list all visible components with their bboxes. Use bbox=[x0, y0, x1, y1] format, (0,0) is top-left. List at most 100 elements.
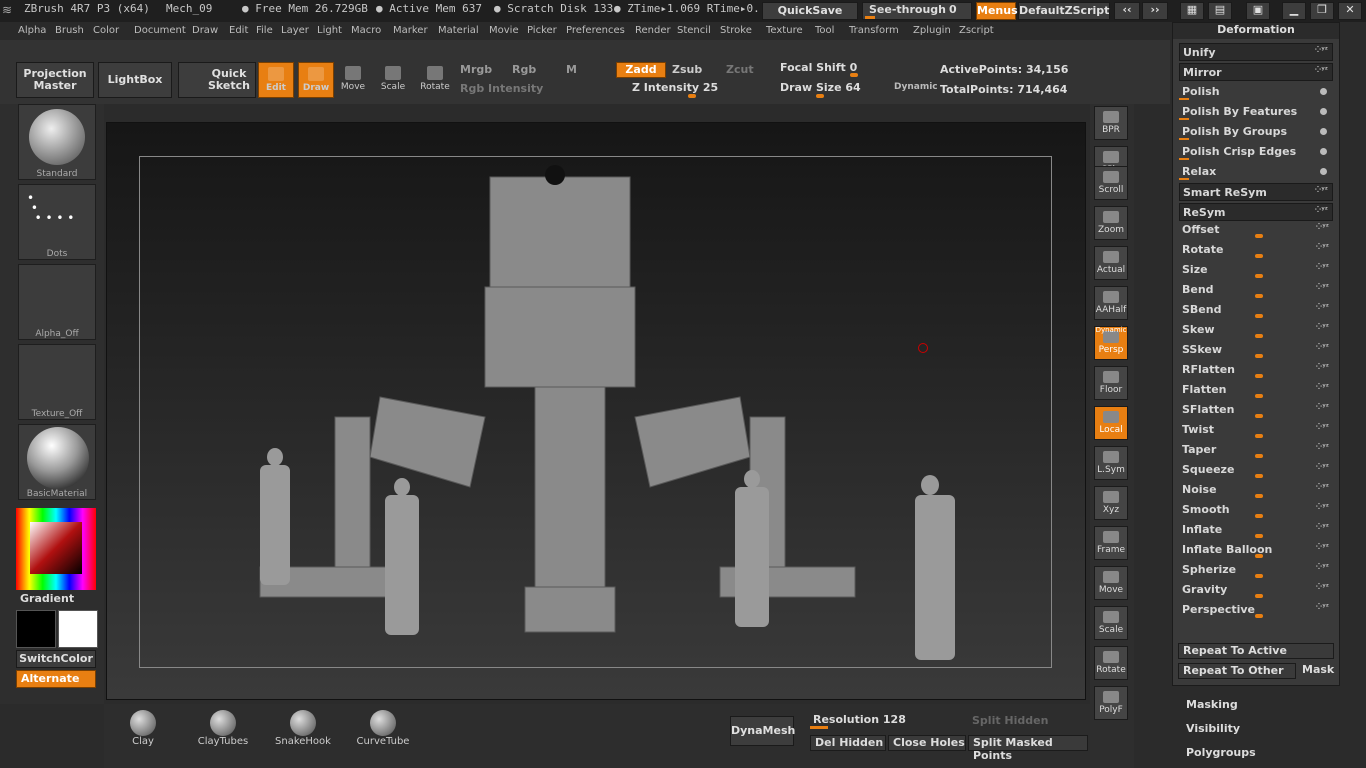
deform-polish-by-features-button[interactable]: Polish By Features bbox=[1179, 103, 1333, 121]
see-through-slider[interactable]: See-through 0 bbox=[862, 2, 972, 20]
projection-master-button[interactable]: Projection Master bbox=[16, 62, 94, 98]
dynamesh-button[interactable]: DynaMesh bbox=[730, 716, 795, 746]
prev-icon[interactable]: ‹‹ bbox=[1114, 2, 1140, 20]
menu-stroke[interactable]: Stroke bbox=[720, 25, 752, 36]
edit-button[interactable]: Edit bbox=[258, 62, 294, 98]
shelf-scroll-button[interactable]: Scroll bbox=[1094, 166, 1128, 200]
menu-alpha[interactable]: Alpha bbox=[18, 25, 46, 36]
deform-resym-button[interactable]: ReSym ⁘ʸᶻ bbox=[1179, 203, 1333, 221]
deform-smooth-slider[interactable]: Smooth ⁘ʸᶻ bbox=[1179, 501, 1333, 519]
shelf-scale-button[interactable]: Scale bbox=[1094, 606, 1128, 640]
menu-material[interactable]: Material bbox=[438, 25, 479, 36]
quick-sketch-button[interactable]: Quick Sketch bbox=[178, 62, 256, 98]
gradient-label[interactable]: Gradient bbox=[20, 592, 74, 605]
menu-preferences[interactable]: Preferences bbox=[566, 25, 625, 36]
deform-skew-slider[interactable]: Skew ⁘ʸᶻ bbox=[1179, 321, 1333, 339]
deform-bend-slider[interactable]: Bend ⁘ʸᶻ bbox=[1179, 281, 1333, 299]
m-button[interactable]: M bbox=[566, 63, 577, 76]
deform-inflate-slider[interactable]: Inflate ⁘ʸᶻ bbox=[1179, 521, 1333, 539]
close-holes-button[interactable]: Close Holes bbox=[888, 735, 966, 751]
menu-light[interactable]: Light bbox=[317, 25, 342, 36]
menu-draw[interactable]: Draw bbox=[192, 25, 218, 36]
draw-size-slider[interactable]: Draw Size 64 bbox=[780, 81, 861, 94]
shelf-move-button[interactable]: Move bbox=[1094, 566, 1128, 600]
rotate-button[interactable]: Rotate bbox=[418, 62, 452, 98]
deform-polish-button[interactable]: Polish bbox=[1179, 83, 1333, 101]
texture-slot[interactable]: Texture_Off bbox=[18, 344, 96, 420]
rgb-button[interactable]: Rgb bbox=[512, 63, 536, 76]
lightbox-button[interactable]: LightBox bbox=[98, 62, 172, 98]
shelf-floor-button[interactable]: Floor bbox=[1094, 366, 1128, 400]
menu-texture[interactable]: Texture bbox=[766, 25, 803, 36]
deform-mirror-button[interactable]: Mirror ⁘ʸᶻ bbox=[1179, 63, 1333, 81]
deform-rotate-slider[interactable]: Rotate ⁘ʸᶻ bbox=[1179, 241, 1333, 259]
z-intensity-slider[interactable]: Z Intensity 25 bbox=[632, 81, 718, 94]
repeat-to-other-button[interactable]: Repeat To Other bbox=[1178, 663, 1296, 679]
deform-sskew-slider[interactable]: SSkew ⁘ʸᶻ bbox=[1179, 341, 1333, 359]
menu-tool[interactable]: Tool bbox=[815, 25, 834, 36]
deform-size-slider[interactable]: Size ⁘ʸᶻ bbox=[1179, 261, 1333, 279]
zsub-button[interactable]: Zsub bbox=[672, 63, 702, 76]
deform-smart-resym-button[interactable]: Smart ReSym ⁘ʸᶻ bbox=[1179, 183, 1333, 201]
clay-brush-button[interactable]: Clay bbox=[106, 710, 180, 750]
menu-color[interactable]: Color bbox=[93, 25, 119, 36]
brush-slot[interactable]: Standard bbox=[18, 104, 96, 180]
polygroups-subpalette[interactable]: Polygroups bbox=[1186, 746, 1256, 759]
claytubes-brush-button[interactable]: ClayTubes bbox=[186, 710, 260, 750]
menu-transform[interactable]: Transform bbox=[849, 25, 899, 36]
menu-macro[interactable]: Macro bbox=[351, 25, 381, 36]
secondary-color-swatch[interactable] bbox=[58, 610, 98, 648]
repeat-to-active-button[interactable]: Repeat To Active bbox=[1178, 643, 1334, 659]
menu-zplugin[interactable]: Zplugin bbox=[913, 25, 951, 36]
deform-perspective-slider[interactable]: Perspective ⁘ʸᶻ bbox=[1179, 601, 1333, 619]
layout-alt-icon[interactable]: ▤ bbox=[1208, 2, 1232, 20]
menu-brush[interactable]: Brush bbox=[55, 25, 84, 36]
snakehook-brush-button[interactable]: SnakeHook bbox=[266, 710, 340, 750]
main-color-swatch[interactable] bbox=[16, 610, 56, 648]
quicksave-button[interactable]: QuickSave bbox=[762, 2, 858, 20]
deform-squeeze-slider[interactable]: Squeeze ⁘ʸᶻ bbox=[1179, 461, 1333, 479]
shelf-aahalf-button[interactable]: AAHalf bbox=[1094, 286, 1128, 320]
alpha-slot[interactable]: Alpha_Off bbox=[18, 264, 96, 340]
shelf-rotate-button[interactable]: Rotate bbox=[1094, 646, 1128, 680]
stroke-slot[interactable]: • • • • • • Dots bbox=[18, 184, 96, 260]
mrgb-button[interactable]: Mrgb bbox=[460, 63, 492, 76]
menu-file[interactable]: File bbox=[256, 25, 273, 36]
resolution-slider[interactable]: Resolution 128 bbox=[810, 712, 966, 730]
layout-icon[interactable]: ▦ bbox=[1180, 2, 1204, 20]
mech-model[interactable] bbox=[140, 157, 1051, 667]
scale-button[interactable]: Scale bbox=[378, 62, 408, 98]
menu-render[interactable]: Render bbox=[635, 25, 671, 36]
alternate-toggle[interactable]: Alternate bbox=[16, 670, 96, 688]
del-hidden-button[interactable]: Del Hidden bbox=[810, 735, 886, 751]
zcut-button[interactable]: Zcut bbox=[726, 63, 754, 76]
menu-marker[interactable]: Marker bbox=[393, 25, 428, 36]
deform-sbend-slider[interactable]: SBend ⁘ʸᶻ bbox=[1179, 301, 1333, 319]
menu-document[interactable]: Document bbox=[134, 25, 186, 36]
deform-unify-button[interactable]: Unify ⁘ʸᶻ bbox=[1179, 43, 1333, 61]
deform-rflatten-slider[interactable]: RFlatten ⁘ʸᶻ bbox=[1179, 361, 1333, 379]
deformation-header[interactable]: Deformation bbox=[1173, 23, 1339, 39]
deform-spherize-slider[interactable]: Spherize ⁘ʸᶻ bbox=[1179, 561, 1333, 579]
split-masked-points-button[interactable]: Split Masked Points bbox=[968, 735, 1088, 762]
restore-icon[interactable]: ❐ bbox=[1310, 2, 1334, 20]
shelf-bpr-button[interactable]: BPR bbox=[1094, 106, 1128, 140]
deform-gravity-slider[interactable]: Gravity ⁘ʸᶻ bbox=[1179, 581, 1333, 599]
deform-twist-slider[interactable]: Twist ⁘ʸᶻ bbox=[1179, 421, 1333, 439]
default-zscript-button[interactable]: DefaultZScript bbox=[1018, 2, 1110, 20]
shelf-xyz-button[interactable]: Xyz bbox=[1094, 486, 1128, 520]
shelf-local-button[interactable]: Local bbox=[1094, 406, 1128, 440]
lock-icon[interactable]: ▣ bbox=[1246, 2, 1270, 20]
shelf-frame-button[interactable]: Frame bbox=[1094, 526, 1128, 560]
menu-edit[interactable]: Edit bbox=[229, 25, 248, 36]
deform-offset-slider[interactable]: Offset ⁘ʸᶻ bbox=[1179, 221, 1333, 239]
masking-subpalette[interactable]: Masking bbox=[1186, 698, 1238, 711]
deform-relax-button[interactable]: Relax bbox=[1179, 163, 1333, 181]
deform-taper-slider[interactable]: Taper ⁘ʸᶻ bbox=[1179, 441, 1333, 459]
mask-button[interactable]: Mask bbox=[1298, 663, 1334, 679]
material-slot[interactable]: BasicMaterial bbox=[18, 424, 96, 500]
rgb-intensity-slider[interactable]: Rgb Intensity bbox=[460, 82, 543, 95]
deform-sflatten-slider[interactable]: SFlatten ⁘ʸᶻ bbox=[1179, 401, 1333, 419]
shelf-actual-button[interactable]: Actual bbox=[1094, 246, 1128, 280]
menu-picker[interactable]: Picker bbox=[527, 25, 557, 36]
